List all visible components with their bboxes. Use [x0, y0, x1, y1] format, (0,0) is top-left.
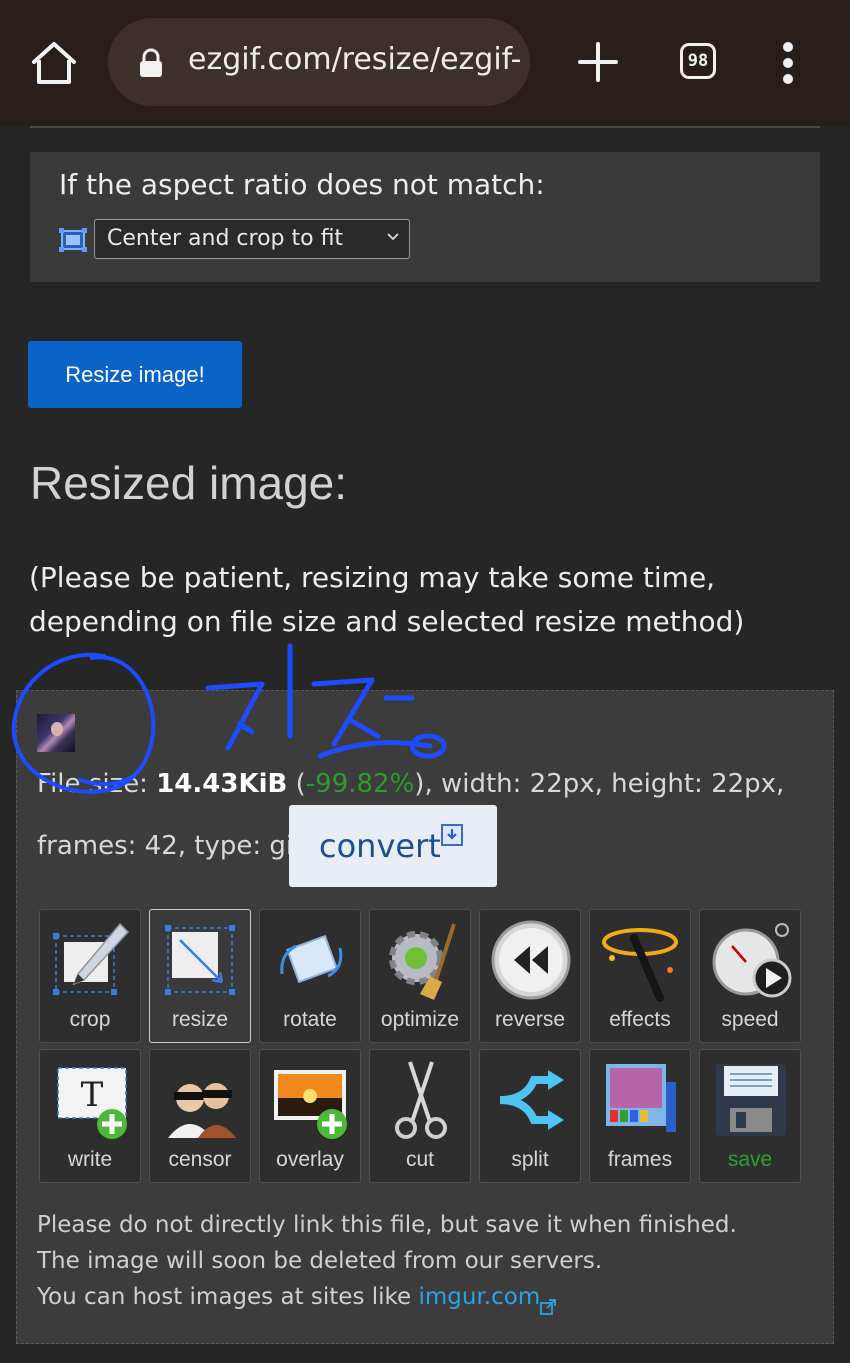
- convert-label: convert: [319, 827, 441, 865]
- tool-crop[interactable]: crop: [39, 909, 141, 1043]
- notice-text: Please do not directly link this file, b…: [37, 1207, 817, 1315]
- rotate-icon: [270, 918, 352, 1002]
- notice-line-3-text: You can host images at sites like: [37, 1284, 419, 1310]
- download-arrow-icon: [441, 824, 463, 846]
- new-tab-icon[interactable]: [576, 40, 620, 84]
- tool-label: write: [67, 1148, 113, 1171]
- tool-label: optimize: [380, 1008, 460, 1031]
- result-panel: File size: 14.43KiB (-99.82%), width: 22…: [16, 690, 834, 1344]
- split-arrows-icon: [490, 1058, 572, 1142]
- browser-toolbar: ezgif.com/resize/ezgif- 98: [0, 0, 850, 126]
- tool-cut[interactable]: cut: [369, 1049, 471, 1183]
- resize-icon: [160, 918, 242, 1002]
- tool-label: save: [727, 1148, 773, 1171]
- image-overlay-icon: [270, 1058, 352, 1142]
- tool-resize[interactable]: resize: [149, 909, 251, 1043]
- file-size-label: File size:: [37, 769, 157, 799]
- stopwatch-icon: [710, 918, 792, 1002]
- tool-reverse[interactable]: reverse: [479, 909, 581, 1043]
- chevron-down-icon: [385, 229, 401, 245]
- aspect-ratio-select[interactable]: Center and crop to fit: [94, 219, 410, 259]
- aspect-ratio-panel: If the aspect ratio does not match: Cent…: [30, 152, 820, 282]
- tab-count-button[interactable]: 98: [680, 43, 716, 79]
- tool-split[interactable]: split: [479, 1049, 581, 1183]
- tool-speed[interactable]: speed: [699, 909, 801, 1043]
- convert-button[interactable]: convert: [289, 805, 497, 887]
- patience-note: (Please be patient, resizing may take so…: [29, 561, 745, 638]
- file-size-value: 14.43KiB: [156, 769, 288, 799]
- resize-image-button[interactable]: Resize image!: [28, 341, 242, 408]
- url-text: ezgif.com/resize/ezgif-: [188, 42, 522, 77]
- tool-rotate[interactable]: rotate: [259, 909, 361, 1043]
- tool-frames[interactable]: frames: [589, 1049, 691, 1183]
- tool-effects[interactable]: effects: [589, 909, 691, 1043]
- censor-faces-icon: [160, 1058, 242, 1142]
- tool-overlay[interactable]: overlay: [259, 1049, 361, 1183]
- tool-label: crop: [69, 1008, 111, 1031]
- scissors-icon: [380, 1058, 462, 1142]
- tool-label: cut: [405, 1148, 434, 1171]
- file-info: File size: 14.43KiB (-99.82%), width: 22…: [37, 767, 817, 801]
- tool-label: overlay: [276, 1148, 344, 1171]
- tool-write[interactable]: T write: [39, 1049, 141, 1183]
- resized-image-heading: Resized image:: [30, 457, 348, 509]
- resized-thumbnail[interactable]: [37, 714, 75, 752]
- more-menu-icon[interactable]: [776, 42, 800, 84]
- frames-icon: [600, 1058, 682, 1142]
- divider: [30, 126, 820, 128]
- tool-label: rotate: [283, 1008, 337, 1031]
- notice-line-3: You can host images at sites like imgur.…: [37, 1279, 817, 1315]
- tool-label: effects: [609, 1008, 671, 1031]
- rewind-icon: [490, 918, 572, 1002]
- tool-label: speed: [721, 1008, 779, 1031]
- size-change-percent: -99.82%: [305, 769, 415, 799]
- magic-wand-icon: [600, 918, 682, 1002]
- aspect-ratio-selected: Center and crop to fit: [107, 226, 344, 251]
- imgur-link[interactable]: imgur.com: [418, 1284, 540, 1310]
- tool-censor[interactable]: censor: [149, 1049, 251, 1183]
- frames-type-text: frames: 42, type: gif: [37, 831, 303, 861]
- dimensions-text: ), width: 22px, height: 22px,: [414, 769, 785, 799]
- tool-label: frames: [607, 1148, 673, 1171]
- external-link-icon: [540, 1290, 557, 1315]
- text-add-icon: T: [50, 1058, 132, 1142]
- tool-label: resize: [171, 1008, 229, 1031]
- file-info-paren: (: [287, 769, 306, 799]
- floppy-disk-icon: [710, 1058, 792, 1142]
- svg-text:T: T: [81, 1075, 104, 1115]
- address-bar[interactable]: ezgif.com/resize/ezgif-: [108, 18, 530, 106]
- optimize-gear-icon: [380, 918, 462, 1002]
- lock-icon: [138, 48, 164, 78]
- tool-optimize[interactable]: optimize: [369, 909, 471, 1043]
- tool-label: split: [511, 1148, 549, 1171]
- notice-line-1: Please do not directly link this file, b…: [37, 1212, 737, 1238]
- crop-icon: [50, 918, 132, 1002]
- crop-fit-icon: [59, 228, 87, 252]
- notice-line-2: The image will soon be deleted from our …: [37, 1248, 603, 1274]
- aspect-ratio-label: If the aspect ratio does not match:: [59, 168, 545, 201]
- tool-save[interactable]: save: [699, 1049, 801, 1183]
- home-icon[interactable]: [28, 38, 80, 90]
- tool-label: reverse: [494, 1008, 566, 1031]
- tool-label: censor: [168, 1148, 232, 1171]
